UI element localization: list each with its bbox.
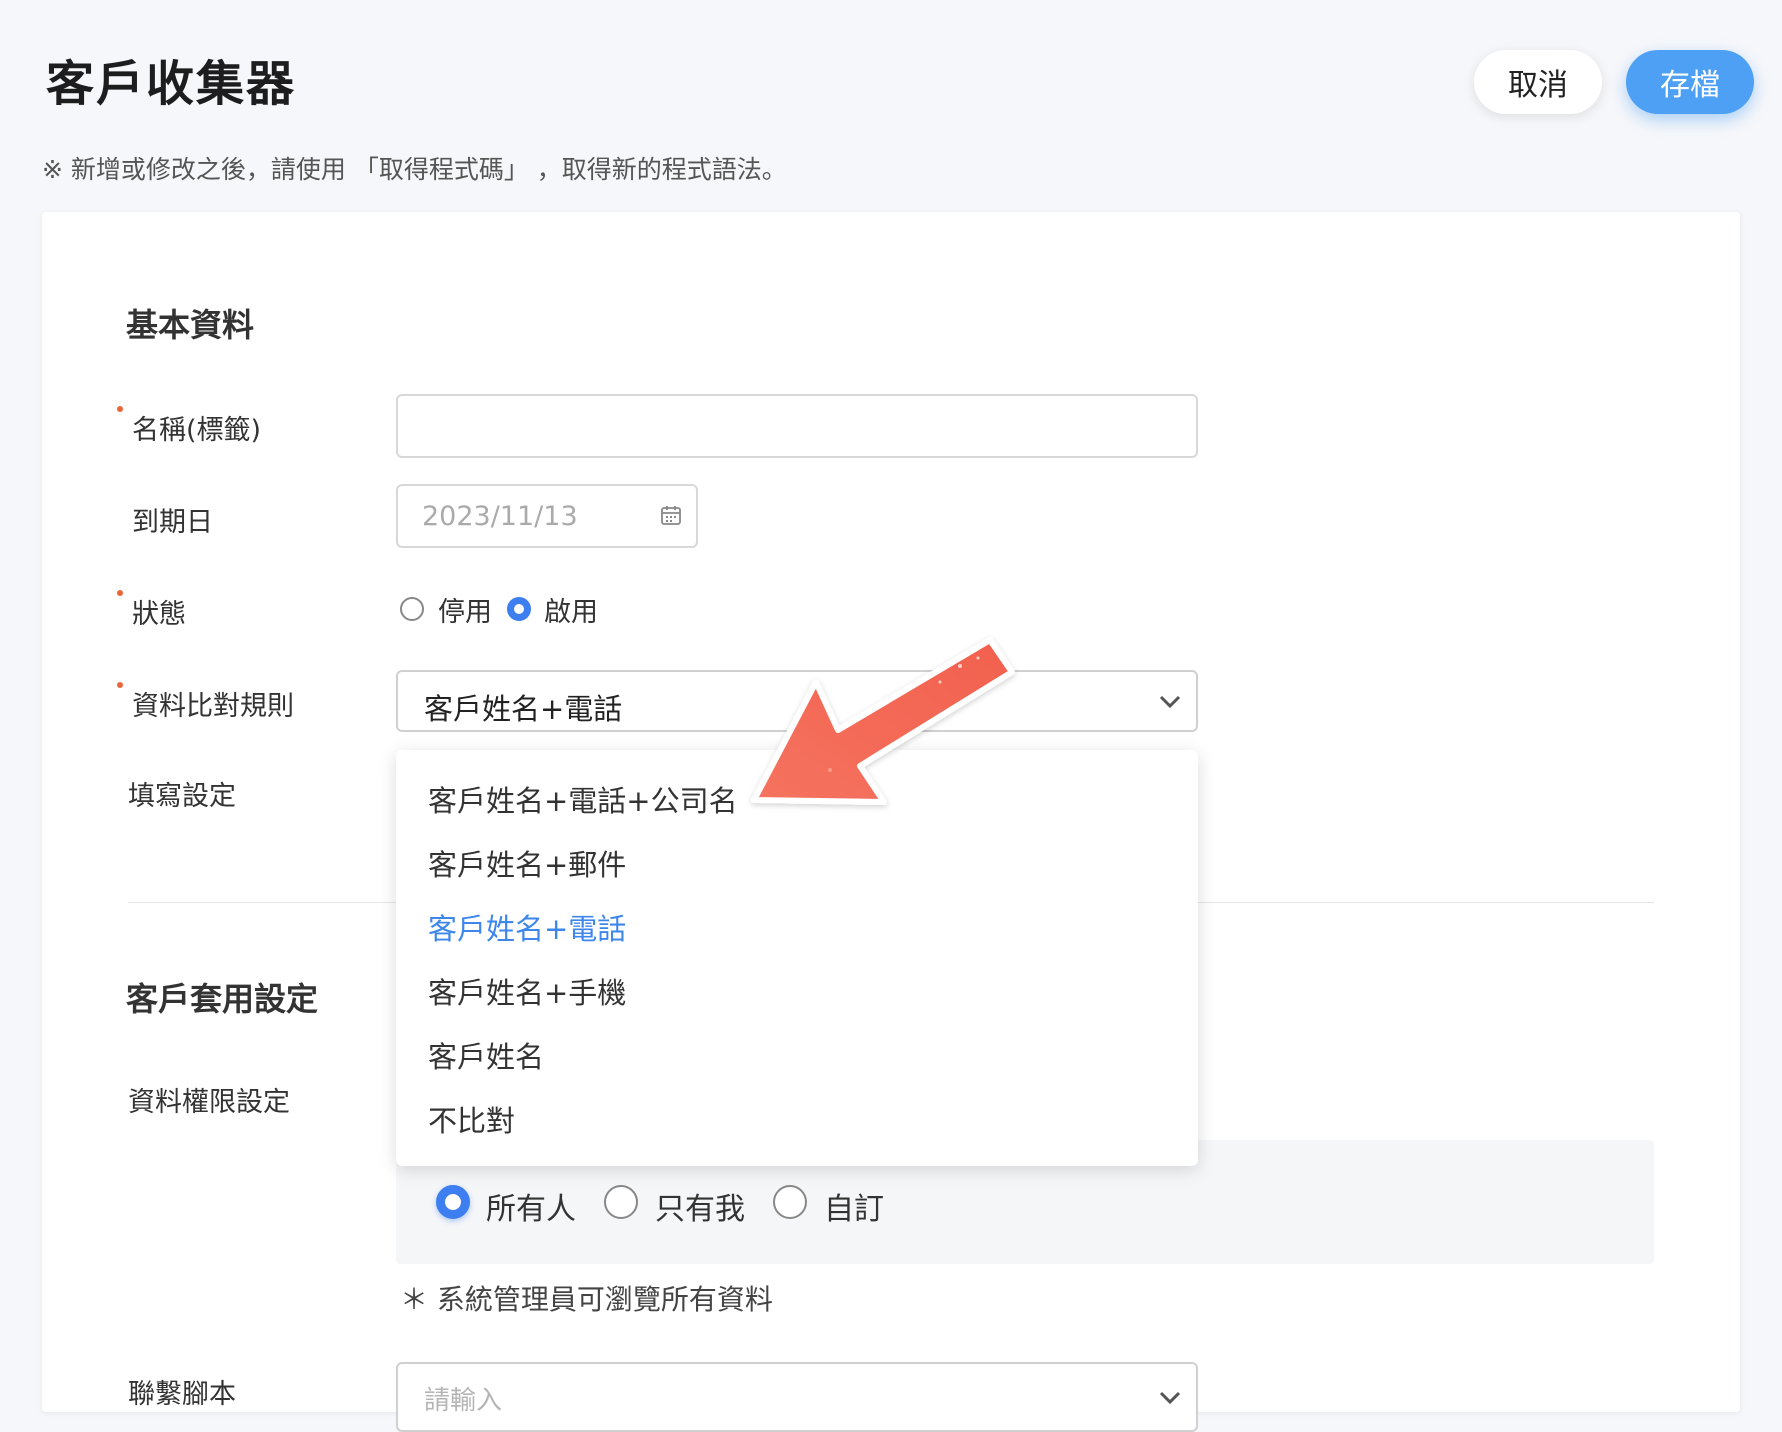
dropdown-option[interactable]: 不比對 bbox=[428, 1098, 515, 1140]
permission-note: ＊ 系統管理員可瀏覽所有資料 bbox=[400, 1283, 773, 1316]
dropdown-option[interactable]: 客戶姓名+手機 bbox=[428, 970, 626, 1012]
chevron-down-icon bbox=[1159, 1391, 1181, 1405]
section-title-basic: 基本資料 bbox=[126, 306, 255, 344]
permission-label: 資料權限設定 bbox=[128, 1087, 290, 1118]
section-title-customer: 客戶套用設定 bbox=[126, 980, 319, 1018]
dropdown-option-selected[interactable]: 客戶姓名+電話 bbox=[428, 906, 626, 948]
status-label: 狀態 bbox=[132, 599, 186, 630]
perm-option-only-me[interactable]: 只有我 bbox=[655, 1184, 745, 1228]
status-radio-enabled[interactable] bbox=[507, 597, 531, 621]
script-placeholder: 請輸入 bbox=[424, 1386, 503, 1416]
annotation-arrow-icon bbox=[751, 637, 1015, 805]
expiry-date-value: 2023/11/13 bbox=[422, 500, 578, 532]
status-radio-disabled[interactable] bbox=[400, 597, 424, 621]
fill-setting-label: 填寫設定 bbox=[128, 781, 236, 812]
perm-option-everyone[interactable]: 所有人 bbox=[486, 1184, 576, 1228]
status-option-enabled[interactable]: 啟用 bbox=[544, 590, 598, 629]
perm-radio-everyone[interactable] bbox=[436, 1185, 470, 1219]
page-title: 客戶收集器 bbox=[46, 56, 297, 112]
save-button[interactable]: 存檔 bbox=[1626, 50, 1754, 114]
chevron-down-icon bbox=[1159, 695, 1181, 709]
match-rule-label: 資料比對規則 bbox=[132, 691, 294, 722]
name-label: 名稱(標籤) bbox=[132, 415, 262, 446]
name-input[interactable] bbox=[396, 394, 1198, 458]
required-marker bbox=[117, 406, 123, 412]
calendar-icon[interactable] bbox=[660, 504, 682, 526]
script-label: 聯繫腳本 bbox=[128, 1379, 236, 1410]
notice-text: ※ 新增或修改之後，請使用 「取得程式碼」 ，取得新的程式語法。 bbox=[42, 155, 787, 184]
expiry-date-input[interactable]: 2023/11/13 bbox=[396, 484, 698, 548]
script-select[interactable]: 請輸入 bbox=[396, 1362, 1198, 1432]
expiry-label: 到期日 bbox=[132, 507, 213, 538]
cancel-button[interactable]: 取消 bbox=[1474, 50, 1602, 114]
perm-radio-custom[interactable] bbox=[773, 1185, 807, 1219]
dropdown-option[interactable]: 客戶姓名+郵件 bbox=[428, 842, 626, 884]
required-marker bbox=[117, 590, 123, 596]
perm-radio-only-me[interactable] bbox=[604, 1185, 638, 1219]
dropdown-option[interactable]: 客戶姓名+電話+公司名 bbox=[428, 778, 738, 820]
required-marker bbox=[117, 682, 123, 688]
match-rule-value: 客戶姓名+電話 bbox=[424, 692, 623, 726]
perm-option-custom[interactable]: 自訂 bbox=[824, 1184, 884, 1228]
status-option-disabled[interactable]: 停用 bbox=[438, 590, 492, 629]
dropdown-option[interactable]: 客戶姓名 bbox=[428, 1034, 544, 1076]
